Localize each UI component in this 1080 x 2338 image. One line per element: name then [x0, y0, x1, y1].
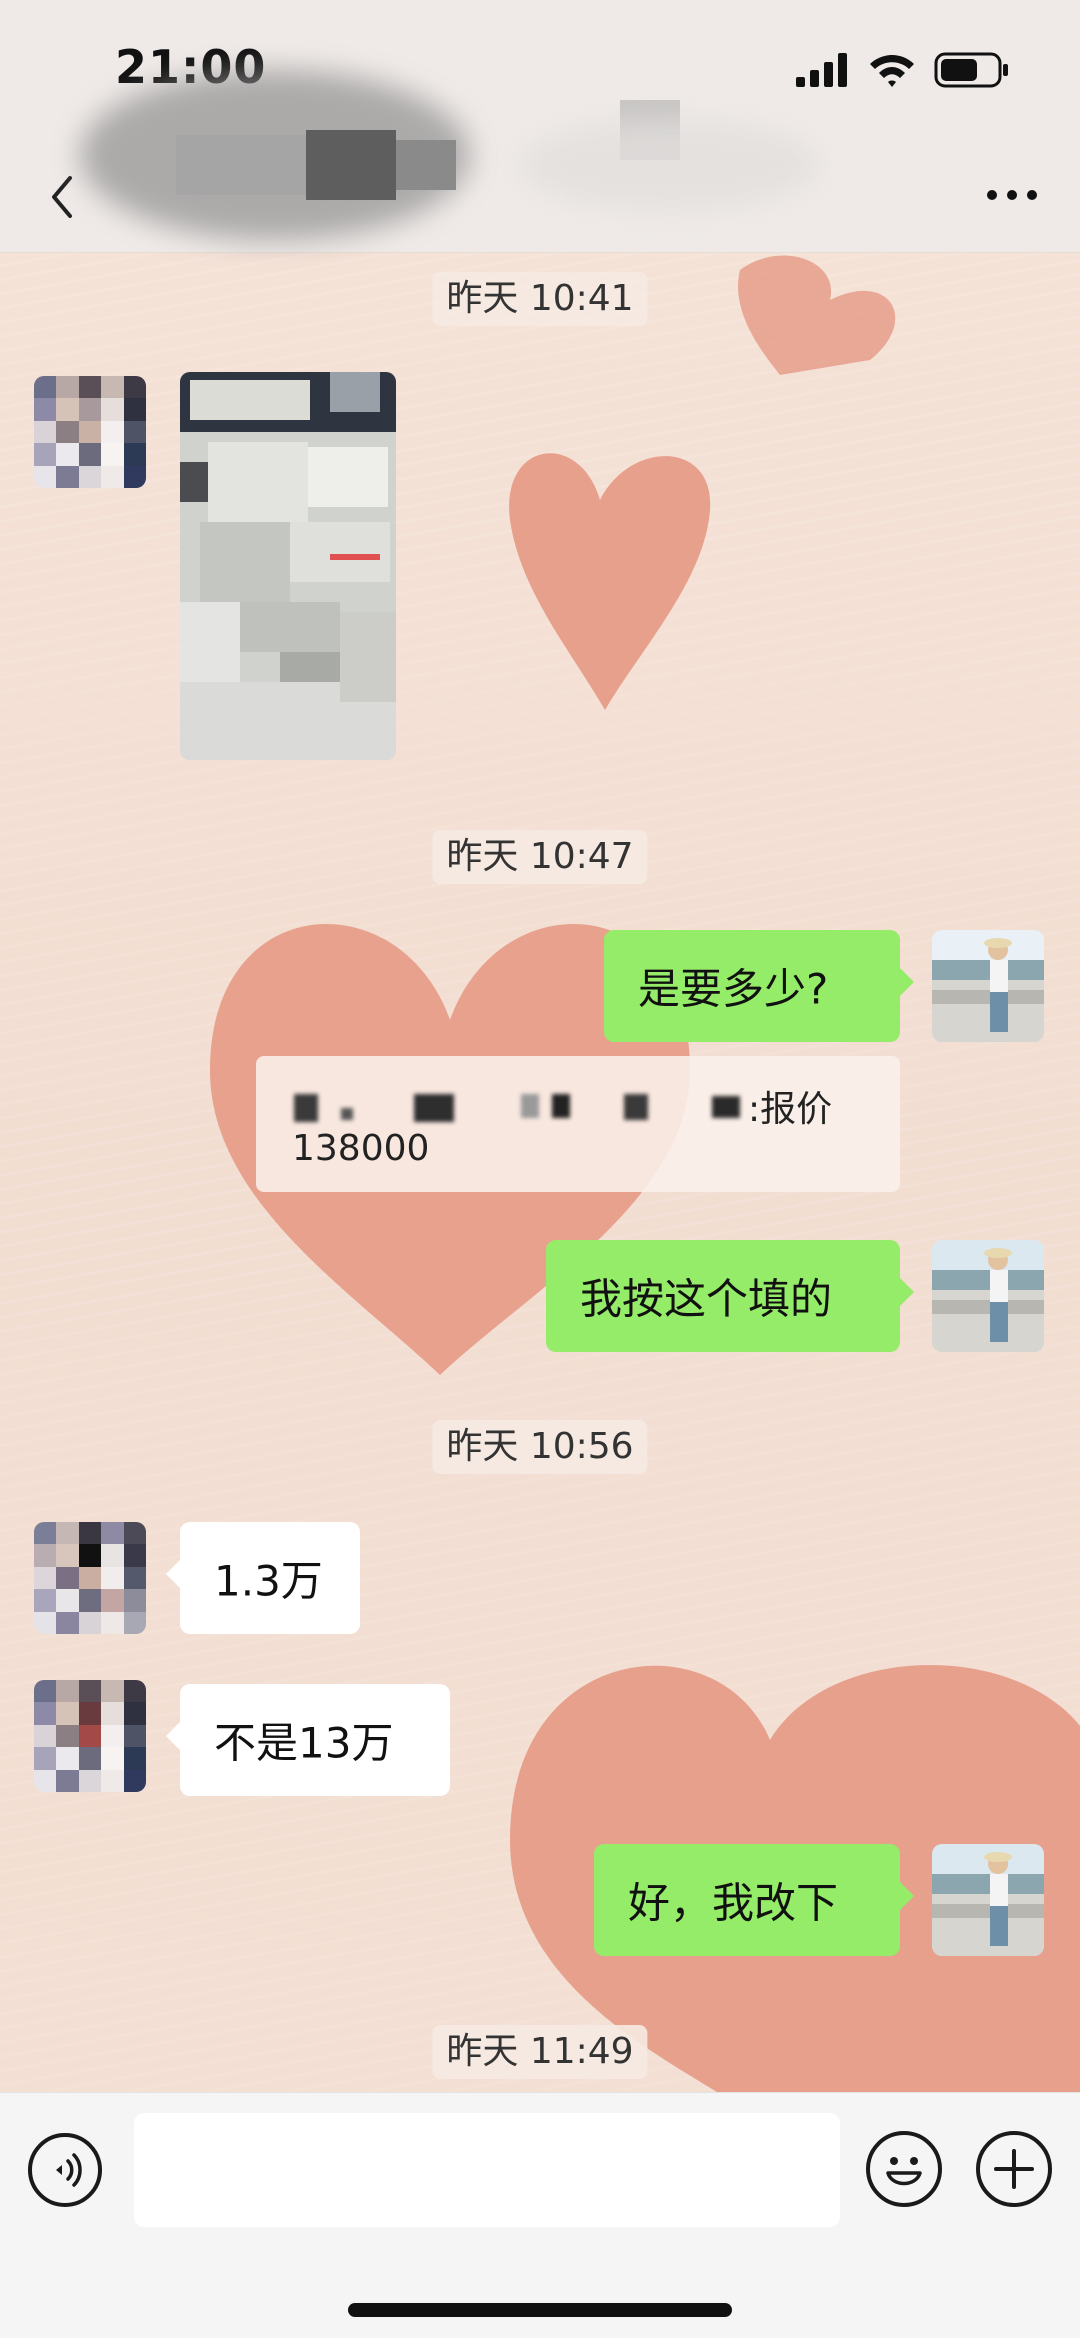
contact-avatar[interactable]: [34, 1680, 146, 1792]
bubble-tail: [900, 1278, 914, 1306]
status-icons: [796, 52, 1010, 88]
timestamp: 昨天 11:49: [432, 2025, 648, 2079]
message-input[interactable]: [134, 2113, 840, 2227]
redacted-quote-text: [521, 1094, 539, 1118]
voice-button[interactable]: [28, 2133, 102, 2207]
voice-icon: [56, 2153, 82, 2187]
message-text: 1.3万: [214, 1556, 323, 1606]
redacted-quote-text: [624, 1094, 648, 1120]
message-text: 我按这个填的: [580, 1274, 833, 1324]
chat-header: [0, 70, 1080, 253]
pixelated-avatar: [34, 1522, 146, 1634]
message-text: 是要多少?: [638, 964, 829, 1014]
received-message-bubble[interactable]: 不是13万: [166, 1684, 450, 1796]
emoji-icon: [886, 2157, 922, 2186]
my-avatar[interactable]: [932, 1240, 1044, 1352]
redacted-contact-name: [396, 140, 456, 190]
home-indicator[interactable]: [348, 2303, 732, 2317]
quote-value: 138000: [292, 1128, 430, 1169]
chat-screen: 21:00 昨天 10:41 昨天 10:47 昨天 10:56 昨天 11:4…: [0, 0, 1080, 2338]
plus-button[interactable]: [976, 2131, 1052, 2207]
profile-photo: [932, 1240, 1044, 1352]
quoted-message[interactable]: :报价 138000: [256, 1056, 900, 1192]
sent-message-bubble[interactable]: 好，我改下: [594, 1844, 914, 1956]
bubble-tail: [166, 1722, 180, 1750]
my-avatar[interactable]: [932, 1844, 1044, 1956]
bubble-tail: [900, 968, 914, 996]
wifi-icon: [870, 55, 914, 87]
redacted-photo: [180, 372, 396, 760]
profile-photo: [932, 1844, 1044, 1956]
heart-decoration: [509, 453, 711, 710]
timestamp: 昨天 10:47: [432, 830, 648, 884]
redacted-contact-name: [520, 120, 820, 210]
message-input-bar: [0, 2092, 1080, 2338]
chevron-left-icon[interactable]: [38, 162, 88, 232]
contact-avatar[interactable]: [34, 376, 146, 488]
image-message[interactable]: [180, 372, 396, 760]
redacted-quote-text: [414, 1094, 454, 1122]
contact-avatar[interactable]: [34, 1522, 146, 1634]
quote-label: :报价: [748, 1089, 833, 1130]
heart-decoration: [738, 255, 896, 375]
message-text: 不是13万: [214, 1718, 394, 1768]
more-dots-icon[interactable]: [982, 180, 1042, 210]
timestamp: 昨天 10:56: [432, 1420, 648, 1474]
emoji-button[interactable]: [866, 2131, 942, 2207]
timestamp: 昨天 10:41: [432, 272, 648, 326]
redacted-quote-text: [712, 1096, 740, 1118]
redacted-quote-text: [552, 1094, 570, 1118]
bubble-tail: [166, 1560, 180, 1588]
sent-message-bubble[interactable]: 我按这个填的: [546, 1240, 914, 1352]
plus-icon: [994, 2149, 1034, 2189]
profile-photo: [932, 930, 1044, 1042]
redacted-contact-name: [306, 130, 396, 200]
pixelated-avatar: [34, 376, 146, 488]
redacted-quote-text: [294, 1094, 318, 1122]
received-message-bubble[interactable]: 1.3万: [166, 1522, 360, 1634]
battery-icon: [934, 52, 1008, 88]
pixelated-avatar: [34, 1680, 146, 1792]
bubble-tail: [900, 1882, 914, 1910]
redacted-quote-text: [341, 1108, 353, 1120]
redacted-contact-name: [176, 135, 306, 195]
my-avatar[interactable]: [932, 930, 1044, 1042]
sent-message-bubble[interactable]: 是要多少?: [604, 930, 914, 1042]
cellular-signal-icon: [796, 53, 847, 87]
message-text: 好，我改下: [628, 1878, 839, 1928]
